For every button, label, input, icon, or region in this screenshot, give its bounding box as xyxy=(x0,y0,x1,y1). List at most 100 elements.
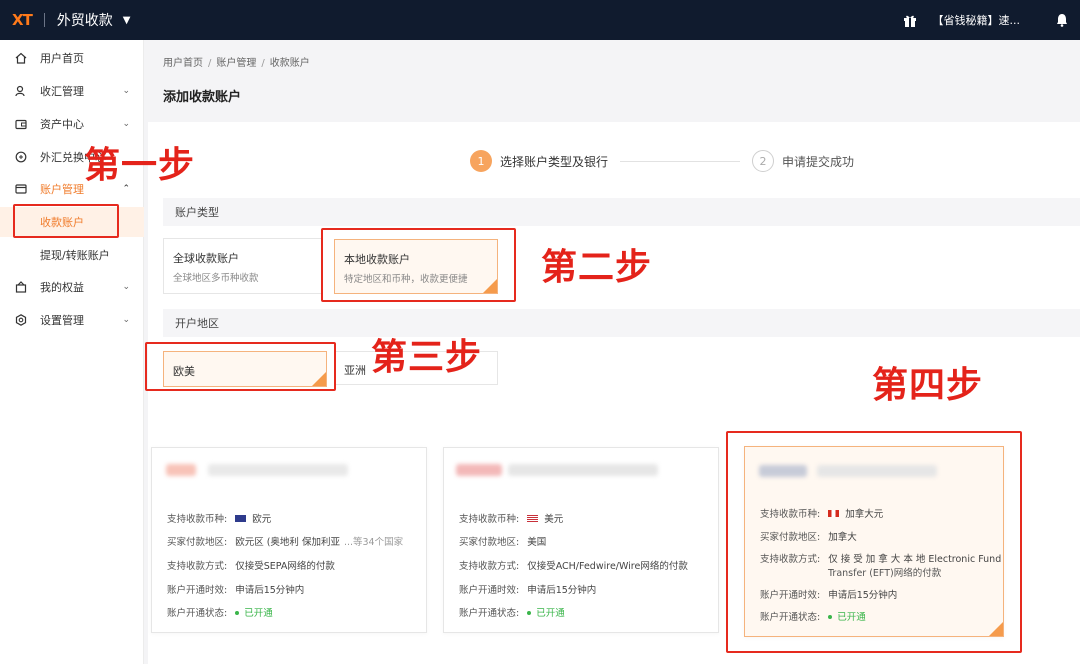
bank-card-usd[interactable]: 支持收款币种: 美元 买家付款地区: 美国 支持收款方式: 仅接受ACH/Fedwir… xyxy=(443,447,719,633)
field-label: 支持收款币种: xyxy=(760,509,821,520)
row-status: 账户开通状态: 已开通 xyxy=(760,609,866,623)
row-currency: 支持收款币种: 美元 xyxy=(459,511,563,525)
field-value: 仅接受ACH/Fedwire/Wire网络的付款 xyxy=(527,561,688,572)
status-value: 已开通 xyxy=(536,608,565,619)
bank-card-cad[interactable]: 支持收款币种: 加拿大元 买家付款地区: 加拿大 支持收款方式: 仅 接 受 加 拿 … xyxy=(744,446,1004,637)
gear-icon xyxy=(15,314,27,326)
bank-logo-blurred xyxy=(166,464,196,476)
field-label: 账户开通状态: xyxy=(167,608,228,619)
sidebar-item-label: 我的权益 xyxy=(40,281,84,294)
page-title: 添加收款账户 xyxy=(163,90,242,105)
field-label: 支持收款方式: xyxy=(459,561,520,572)
bank-name-blurred xyxy=(817,465,937,477)
field-label: 账户开通状态: xyxy=(459,608,520,619)
row-payer-region: 买家付款地区: 加拿大 xyxy=(760,529,857,543)
top-bar: XT 外贸收款 ▼ 【省钱秘籍】速... xyxy=(0,0,1080,40)
field-label: 账户开通时效: xyxy=(760,590,821,601)
wallet-icon xyxy=(15,118,27,130)
eu-flag-icon xyxy=(235,515,247,522)
section-label: 开户地区 xyxy=(175,317,219,330)
region-header: 开户地区 xyxy=(163,309,1080,337)
field-value: 欧元 xyxy=(252,514,272,525)
logo-divider xyxy=(43,13,45,27)
gift-icon[interactable] xyxy=(903,13,917,27)
more-countries-link[interactable]: ...等34个国家 xyxy=(344,537,403,548)
logo[interactable]: XT xyxy=(12,11,33,29)
sidebar-item-withdraw-accounts[interactable]: 提现/转账账户 xyxy=(0,240,144,270)
row-method: 支持收款方式: 仅接受ACH/Fedwire/Wire网络的付款 xyxy=(459,558,688,572)
bank-card-eur[interactable]: 支持收款币种: 欧元 买家付款地区: 欧元区 (奥地利 保加利亚 ...等34个国家 … xyxy=(151,447,427,633)
highlight-box xyxy=(145,342,336,391)
step-connector xyxy=(620,160,741,162)
annotation-step-1: 第一步 xyxy=(84,144,196,186)
breadcrumb-account-management[interactable]: 账户管理 xyxy=(216,58,256,69)
app-title[interactable]: 外贸收款 xyxy=(57,10,113,30)
field-label: 支持收款方式: xyxy=(167,561,228,572)
field-value: 加拿大 xyxy=(828,532,857,543)
field-value: 仅 接 受 加 拿 大 本 地 Electronic Fund xyxy=(828,554,1002,565)
sidebar: 用户首页 收汇管理 ⌄ 资产中心 ⌄ 外汇兑换中心 账户管理 ⌃ 收款账户 提现… xyxy=(0,40,144,664)
annotation-step-2: 第二步 xyxy=(541,246,653,288)
field-label: 账户开通状态: xyxy=(760,612,821,623)
status-dot xyxy=(235,610,240,615)
field-value: 加拿大元 xyxy=(845,509,884,520)
row-currency: 支持收款币种: 加拿大元 xyxy=(760,506,883,520)
step-1-label: 选择账户类型及银行 xyxy=(500,154,609,169)
bank-logo-blurred xyxy=(456,464,502,476)
step-2-number: 2 xyxy=(752,150,775,172)
breadcrumb-separator: / xyxy=(208,58,212,69)
field-value: Transfer (EFT)网络的付款 xyxy=(828,568,942,579)
annotation-step-3: 第三步 xyxy=(371,336,483,378)
section-label: 账户类型 xyxy=(175,206,219,219)
step-2-label: 申请提交成功 xyxy=(782,154,855,169)
topbar-right: 【省钱秘籍】速... xyxy=(903,0,1071,40)
highlight-box xyxy=(13,204,119,238)
bank-name-blurred xyxy=(208,464,348,476)
status-value: 已开通 xyxy=(244,608,273,619)
ca-flag-icon xyxy=(828,510,840,517)
sidebar-item-label: 账户管理 xyxy=(40,183,84,196)
chevron-down-icon: ⌄ xyxy=(122,119,130,129)
breadcrumb-separator: / xyxy=(261,58,265,69)
selected-corner-icon xyxy=(989,622,1003,636)
field-value: 欧元区 (奥地利 保加利亚 xyxy=(235,537,340,548)
bell-icon[interactable] xyxy=(1056,13,1068,27)
field-value: 申请后15分钟内 xyxy=(527,585,597,596)
field-value: 仅接受SEPA网络的付款 xyxy=(235,561,335,572)
home-icon xyxy=(15,52,27,64)
breadcrumb-home[interactable]: 用户首页 xyxy=(163,58,203,69)
option-global-account[interactable]: 全球收款账户 全球地区多币种收款 xyxy=(163,238,323,294)
option-title: 亚洲 xyxy=(344,364,366,377)
option-desc: 全球地区多币种收款 xyxy=(173,273,259,284)
row-open-time: 账户开通时效: 申请后15分钟内 xyxy=(760,587,897,601)
account-type-header: 账户类型 xyxy=(163,198,1080,226)
status-value: 已开通 xyxy=(837,612,866,623)
highlight-box xyxy=(321,228,516,302)
sidebar-item-settings[interactable]: 设置管理 ⌄ xyxy=(0,305,144,335)
chevron-down-icon: ⌄ xyxy=(122,86,130,96)
field-label: 支持收款币种: xyxy=(459,514,520,525)
card-icon xyxy=(15,183,27,195)
exchange-icon xyxy=(15,151,27,163)
user-money-icon xyxy=(15,85,27,97)
us-flag-icon xyxy=(527,515,539,522)
caret-down-icon[interactable]: ▼ xyxy=(123,15,131,26)
sidebar-item-assets[interactable]: 资产中心 ⌄ xyxy=(0,109,144,139)
sidebar-item-collection[interactable]: 收汇管理 ⌄ xyxy=(0,76,144,106)
user-name[interactable]: 【省钱秘籍】速... xyxy=(933,12,1021,28)
row-method-continued: Transfer (EFT)网络的付款 xyxy=(828,565,941,579)
row-method: 支持收款方式: 仅接受SEPA网络的付款 xyxy=(167,558,335,572)
sidebar-item-label: 设置管理 xyxy=(40,314,84,327)
field-value: 美元 xyxy=(544,514,564,525)
row-status: 账户开通状态: 已开通 xyxy=(167,605,273,619)
field-label: 买家付款地区: xyxy=(167,537,228,548)
row-payer-region: 买家付款地区: 美国 xyxy=(459,534,546,548)
stepper: 1 选择账户类型及银行 2 申请提交成功 xyxy=(470,150,854,172)
sidebar-item-label: 用户首页 xyxy=(40,52,84,65)
sidebar-item-benefits[interactable]: 我的权益 ⌄ xyxy=(0,272,144,302)
chevron-down-icon: ⌄ xyxy=(122,315,130,325)
annotation-step-4: 第四步 xyxy=(872,364,984,406)
sidebar-item-label: 资产中心 xyxy=(40,118,84,131)
step-1-number: 1 xyxy=(470,150,492,172)
sidebar-item-home[interactable]: 用户首页 xyxy=(0,43,144,73)
